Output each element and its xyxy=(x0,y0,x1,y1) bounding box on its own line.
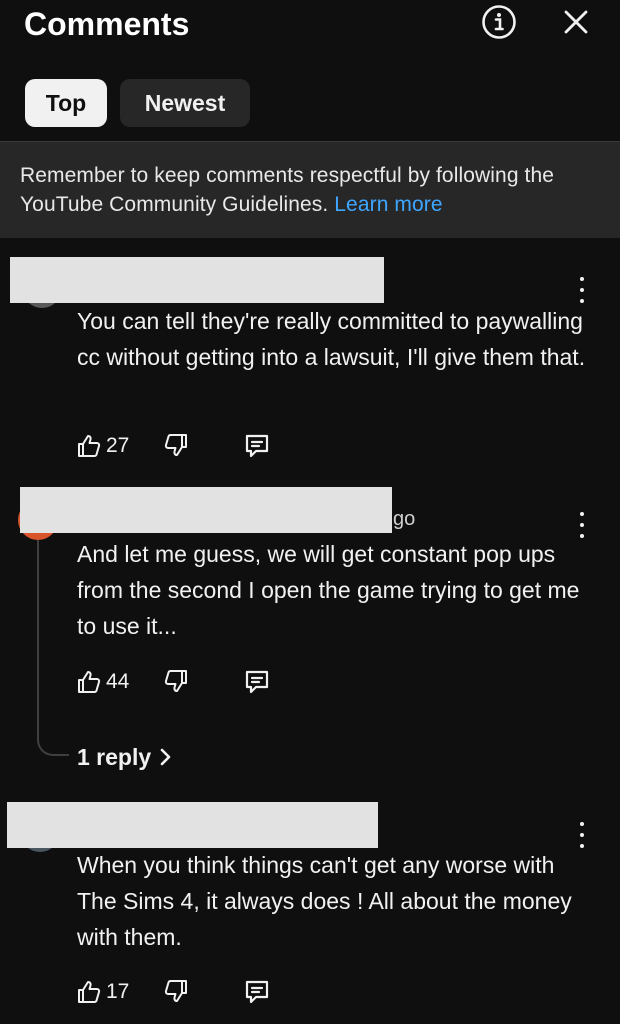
comment-text: You can tell they're really committed to… xyxy=(77,308,586,370)
thumbs-up-icon xyxy=(78,981,101,1003)
comment-menu-button[interactable] xyxy=(577,512,587,538)
comment-menu-button[interactable] xyxy=(577,822,587,848)
like-count: 17 xyxy=(106,980,130,1003)
chevron-right-icon xyxy=(160,748,171,766)
comment-reply-icon xyxy=(245,980,269,1004)
thread-line xyxy=(37,540,69,756)
like-button[interactable]: 44 xyxy=(76,666,136,698)
thumbs-up-icon xyxy=(78,671,101,693)
replies-label: 1 reply xyxy=(77,743,152,770)
redacted-author-block xyxy=(20,487,392,533)
info-button[interactable] xyxy=(481,4,517,40)
redacted-author-block xyxy=(7,802,378,848)
like-count: 27 xyxy=(106,434,130,457)
dislike-button[interactable] xyxy=(163,668,191,698)
comment-reply-icon xyxy=(245,434,269,458)
like-button[interactable]: 27 xyxy=(76,430,134,462)
reply-button[interactable] xyxy=(243,978,273,1008)
thumbs-up-icon xyxy=(78,435,101,457)
notice-text: Remember to keep comments respectful by … xyxy=(20,164,555,216)
close-icon xyxy=(564,10,588,34)
comment-menu-button[interactable] xyxy=(577,277,587,303)
comment-text: When you think things can't get any wors… xyxy=(77,852,572,950)
guidelines-notice: Remember to keep comments respectful by … xyxy=(0,142,620,238)
dislike-button[interactable] xyxy=(163,978,191,1008)
thumbs-down-icon xyxy=(164,434,187,456)
thumbs-down-icon xyxy=(164,980,187,1002)
comment-meta: go xyxy=(393,508,416,530)
like-count: 44 xyxy=(106,670,130,693)
reply-button[interactable] xyxy=(243,668,273,698)
learn-more-link[interactable]: Learn more xyxy=(334,193,442,216)
comment-reply-icon xyxy=(245,670,269,694)
view-replies-button[interactable]: 1 reply xyxy=(77,740,173,774)
tab-newest[interactable]: Newest xyxy=(120,79,250,127)
reply-button[interactable] xyxy=(243,432,273,462)
info-icon xyxy=(482,5,516,39)
comment-text: And let me guess, we will get constant p… xyxy=(77,541,580,639)
redacted-author-block xyxy=(10,257,384,303)
panel-title: Comments xyxy=(24,6,190,42)
thumbs-down-icon xyxy=(164,670,187,692)
dislike-button[interactable] xyxy=(163,432,191,462)
like-button[interactable]: 17 xyxy=(76,976,134,1008)
close-button[interactable] xyxy=(560,6,592,38)
tab-top[interactable]: Top xyxy=(25,79,107,127)
